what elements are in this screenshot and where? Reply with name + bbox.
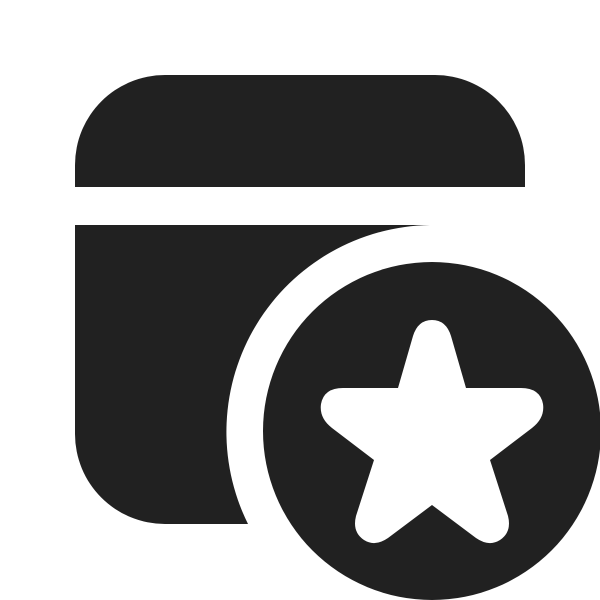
calendar-header-shape xyxy=(75,75,525,187)
icon-canvas xyxy=(0,0,600,600)
calendar-star-icon xyxy=(75,75,600,600)
